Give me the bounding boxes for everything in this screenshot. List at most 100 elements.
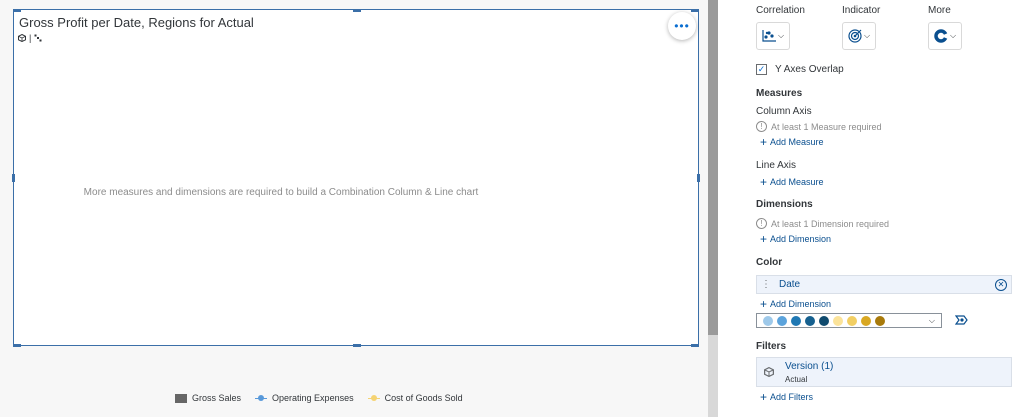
story-canvas: Gross Profit per Date, Regions for Actua… [0, 0, 708, 417]
chevron-down-icon: ⌵ [863, 31, 871, 40]
version-filter-token[interactable]: Version (1) Actual [756, 357, 1012, 387]
legend-item: Cost of Goods Sold [367, 393, 463, 403]
chart-category-indicator: Indicator ⌵ [842, 5, 880, 50]
add-measure-column-axis[interactable]: + Add Measure [760, 134, 824, 149]
plus-icon: + [760, 389, 768, 404]
resize-handle-top-right[interactable] [691, 9, 699, 12]
chart-widget[interactable]: Gross Profit per Date, Regions for Actua… [12, 9, 700, 347]
category-label: Indicator [842, 5, 881, 16]
separator: | [29, 33, 32, 43]
token-label: Date [779, 279, 801, 290]
column-axis-label: Column Axis [756, 106, 812, 117]
empty-chart-message: More measures and dimensions are require… [83, 187, 479, 198]
drag-handle-icon[interactable]: ⋮ [761, 279, 771, 290]
line-axis-label: Line Axis [756, 160, 797, 171]
hint-text: At least 1 Measure required [771, 121, 882, 132]
model-icon [764, 367, 774, 377]
checkmark-icon: ✓ [757, 64, 766, 74]
add-measure-label: Add Measure [770, 137, 824, 147]
measure-required-hint: ! At least 1 Measure required [756, 121, 882, 132]
legend-swatch-rect [175, 393, 187, 403]
legend-item: Operating Expenses [255, 393, 354, 403]
add-measure-label: Add Measure [770, 177, 824, 187]
remove-icon[interactable]: ✕ [995, 278, 1007, 291]
legend-label: Operating Expenses [272, 393, 354, 403]
palette-swatch [819, 315, 829, 326]
resize-handle-top-left[interactable] [13, 9, 21, 12]
resize-handle-top[interactable] [353, 9, 361, 12]
legend-label: Cost of Goods Sold [384, 393, 463, 403]
color-dimension-token[interactable]: ⋮ Date ✕ [756, 275, 1012, 294]
palette-swatch [833, 315, 843, 326]
more-charts-button[interactable]: ⌵ [928, 22, 962, 50]
more-actions-button[interactable]: ••• [668, 12, 696, 40]
add-filters-label: Add Filters [770, 392, 814, 402]
color-heading: Color [756, 257, 783, 268]
legend-item: Gross Sales [175, 393, 241, 403]
palette-swatch [777, 315, 787, 326]
resize-handle-right[interactable] [697, 174, 700, 182]
measures-heading: Measures [756, 88, 803, 99]
resize-handle-left[interactable] [12, 174, 15, 182]
hierarchy-icon [34, 34, 42, 42]
scrollbar-track [708, 335, 718, 417]
more-icon: ••• [674, 19, 690, 33]
target-icon [848, 29, 862, 43]
palette-swatch [847, 315, 857, 326]
chart-legend: Gross Sales Operating Expenses Cost of G… [175, 393, 463, 403]
legend-swatch-line [367, 394, 380, 402]
chevron-down-icon: ⌵ [928, 315, 935, 325]
filter-text: Version (1) Actual [785, 361, 833, 384]
plus-icon: + [760, 296, 768, 311]
widget-title: Gross Profit per Date, Regions for Actua… [19, 15, 254, 30]
filter-name: Version (1) [785, 360, 834, 372]
category-label: More [928, 5, 951, 16]
palette-swatch [805, 315, 815, 326]
legend-swatch-line [255, 394, 268, 402]
palette-swatch [861, 315, 871, 326]
widget-subtitle-icons: | [18, 33, 42, 43]
builder-panel: Correlation ⌵ Indicator ⌵ More ⌵ ✓ Y Axe… [718, 0, 1024, 417]
add-dimension-label: Add Dimension [770, 234, 832, 244]
indicator-button[interactable]: ⌵ [842, 22, 876, 50]
dimensions-heading: Dimensions [756, 199, 813, 210]
dimension-required-hint: ! At least 1 Dimension required [756, 218, 889, 229]
plus-icon: + [760, 174, 768, 189]
chart-category-more: More ⌵ [928, 5, 962, 50]
color-palette-select[interactable]: ⌵ [756, 313, 942, 328]
add-filters-button[interactable]: + Add Filters [760, 389, 814, 404]
donut-chart-icon [934, 29, 948, 43]
filters-heading: Filters [756, 341, 787, 352]
warning-icon: ! [756, 218, 767, 229]
add-measure-line-axis[interactable]: + Add Measure [760, 174, 824, 189]
resize-handle-bottom-left[interactable] [13, 344, 21, 347]
hint-text: At least 1 Dimension required [771, 218, 890, 229]
model-icon [18, 34, 26, 42]
y-axes-overlap-checkbox[interactable]: ✓ [756, 64, 767, 75]
y-axes-overlap-label: Y Axes Overlap [775, 64, 844, 75]
warning-icon: ! [756, 121, 767, 132]
legend-label: Gross Sales [192, 393, 242, 403]
chevron-down-icon: ⌵ [949, 31, 957, 40]
palette-settings-button[interactable] [954, 313, 969, 330]
add-color-dimension-button[interactable]: + Add Dimension [760, 296, 832, 311]
add-dimension-button[interactable]: + Add Dimension [760, 231, 832, 246]
chevron-down-icon: ⌵ [777, 31, 785, 40]
add-dimension-label: Add Dimension [770, 299, 832, 309]
resize-handle-bottom-right[interactable] [691, 344, 699, 347]
palette-swap-icon [954, 315, 968, 325]
palette-dropdown[interactable]: ⌵ [756, 313, 942, 328]
plus-icon: + [760, 231, 768, 246]
category-label: Correlation [756, 5, 805, 16]
chart-category-correlation: Correlation ⌵ [756, 5, 805, 50]
palette-swatch [875, 315, 885, 326]
scatter-chart-icon [762, 30, 776, 42]
resize-handle-bottom[interactable] [353, 344, 361, 347]
correlation-button[interactable]: ⌵ [756, 22, 790, 50]
palette-swatch [791, 315, 801, 326]
filter-value: Actual [785, 374, 808, 384]
plus-icon: + [760, 134, 768, 149]
palette-swatch [763, 315, 773, 326]
y-axes-overlap-row: ✓ Y Axes Overlap [756, 64, 844, 75]
panel-scrollbar[interactable] [708, 0, 718, 335]
